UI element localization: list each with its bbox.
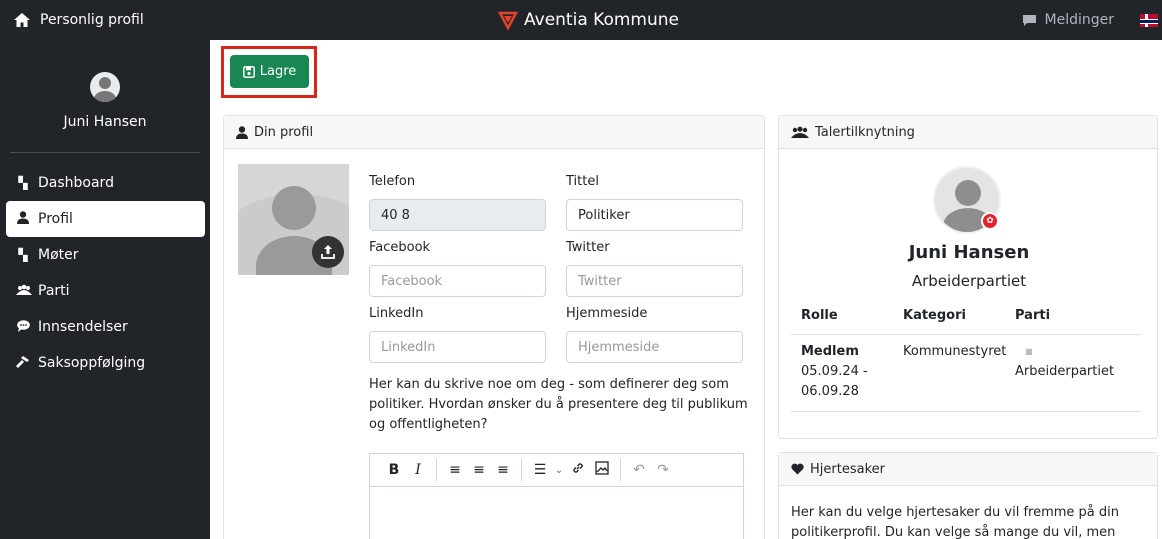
hjemmeside-label: Hjemmeside [566,306,648,321]
telefon-label: Telefon [369,174,416,189]
facebook-field[interactable]: Facebook [369,265,546,297]
sidebar-item-moter[interactable]: ▚ Møter [6,237,205,273]
sidebar-item-label: Møter [38,247,79,263]
align-left-icon[interactable]: ≡ [443,462,467,478]
chevron-down-icon[interactable]: ⌄ [552,465,566,476]
hammer-icon [16,355,30,372]
column-header-rolle: Rolle [801,308,838,323]
undo-icon[interactable]: ↶ [627,462,651,478]
sidebar-item-label: Profil [38,211,73,227]
linkedin-label: LinkedIn [369,306,424,321]
hjertesaker-card-header: Hjertesaker [779,453,1157,486]
sidebar-item-parti[interactable]: Parti [6,273,205,309]
home-icon [14,13,30,27]
sidebar-item-label: Parti [38,283,70,299]
aventia-logo-icon [498,11,518,30]
sidebar-item-profil[interactable]: Profil [6,201,205,237]
list-icon[interactable]: ☰ [528,462,552,478]
link-icon[interactable] [566,461,590,479]
hjertesaker-card: Hjertesaker Her kan du velge hjertesaker… [778,452,1158,539]
avatar[interactable] [90,72,120,102]
table-cell-kategori: Kommunestyret [903,344,1007,359]
profile-photo [238,164,349,275]
party-small-icon: ■ [1025,347,1033,356]
hjertesaker-card-title: Hjertesaker [810,461,885,477]
sidebar-item-label: Dashboard [38,175,114,191]
linkedin-field[interactable]: LinkedIn [369,331,546,363]
messages-link[interactable]: Meldinger [1045,12,1115,28]
heart-icon [791,463,804,475]
hjemmeside-field[interactable]: Hjemmeside [566,331,743,363]
hjertesaker-text: Her kan du velge hjertesaker du vil frem… [791,505,1119,539]
save-button-label: Lagre [259,64,297,79]
sidebar-item-innsendelser[interactable]: Innsendelser [6,309,205,345]
column-header-kategori: Kategori [903,308,966,323]
party-icon [16,284,32,299]
comment-icon [16,319,30,335]
italic-button[interactable]: I [406,462,430,478]
taler-card: Talertilknytning ✿ Juni Hansen Arbeiderp… [778,115,1158,439]
sidebar-item-label: Saksoppfølging [38,355,146,371]
norway-flag-icon[interactable] [1140,13,1158,27]
topbar-right: Meldinger [1022,0,1162,40]
party-logo-icon: ✿ [981,212,999,230]
topbar-left[interactable]: Personlig profil [14,0,144,40]
users-icon [791,126,809,138]
floppy-disk-icon [242,65,255,78]
table-cell-rolle: Medlem [801,344,859,359]
toolbar-divider [620,459,621,481]
speaker-name: Juni Hansen [908,242,1030,263]
align-right-icon[interactable]: ≡ [491,462,515,478]
taler-card-header: Talertilknytning [779,116,1157,149]
user-icon [16,211,30,227]
table-divider [791,334,1141,335]
twitter-field[interactable]: Twitter [566,265,743,297]
meetings-icon: ▚ [18,248,28,262]
table-cell-parti: Arbeiderpartiet [1015,364,1115,379]
taler-card-title: Talertilknytning [815,124,915,140]
redo-icon[interactable]: ↷ [651,462,675,478]
sidebar: Juni Hansen ▚ Dashboard Profil ▚ Møter P… [0,40,210,539]
profile-card-title: Din profil [254,124,314,140]
toolbar-divider [436,459,437,481]
topbar-page-title: Personlig profil [40,12,144,28]
speaker-party: Arbeiderpartiet [911,272,1027,290]
facebook-label: Facebook [369,240,431,255]
sidebar-user-name: Juni Hansen [63,114,147,130]
sidebar-item-dashboard[interactable]: ▚ Dashboard [6,165,205,201]
column-header-parti: Parti [1015,308,1051,323]
table-divider [791,411,1141,412]
image-icon[interactable] [590,461,614,479]
bio-editor[interactable]: B I ≡ ≡ ≡ ☰ ⌄ ↶ ↷ [369,453,744,539]
save-button[interactable]: Lagre [230,55,309,88]
upload-icon[interactable] [312,236,344,268]
dashboard-icon: ▚ [18,176,28,190]
top-navbar: Personlig profil Aventia Kommune Melding… [0,0,1162,40]
telefon-field[interactable]: 40 8 [369,199,546,231]
brand-title: Aventia Kommune [524,10,679,30]
sidebar-item-label: Innsendelser [38,319,128,335]
toolbar-divider [521,459,522,481]
sidebar-item-saksoppfolging[interactable]: Saksoppfølging [6,345,205,381]
editor-toolbar: B I ≡ ≡ ≡ ☰ ⌄ ↶ ↷ [370,454,743,487]
tittel-label: Tittel [566,174,599,189]
align-center-icon[interactable]: ≡ [467,462,491,478]
sidebar-nav: ▚ Dashboard Profil ▚ Møter Parti Innsend… [6,165,205,381]
profile-card: Din profil Telefon 40 8 Tittel Politiker… [223,115,765,539]
bio-help-text: Her kan du skrive noe om deg - som defin… [369,377,748,432]
brand[interactable]: Aventia Kommune [498,0,679,40]
profile-card-header: Din profil [224,116,764,149]
chat-icon [1022,14,1036,26]
bold-button[interactable]: B [382,462,406,478]
twitter-label: Twitter [566,240,610,255]
sidebar-divider [10,152,200,153]
tittel-field[interactable]: Politiker [566,199,743,231]
user-icon [236,125,248,139]
table-cell-periode: 05.09.24 - 06.09.28 [801,364,868,399]
